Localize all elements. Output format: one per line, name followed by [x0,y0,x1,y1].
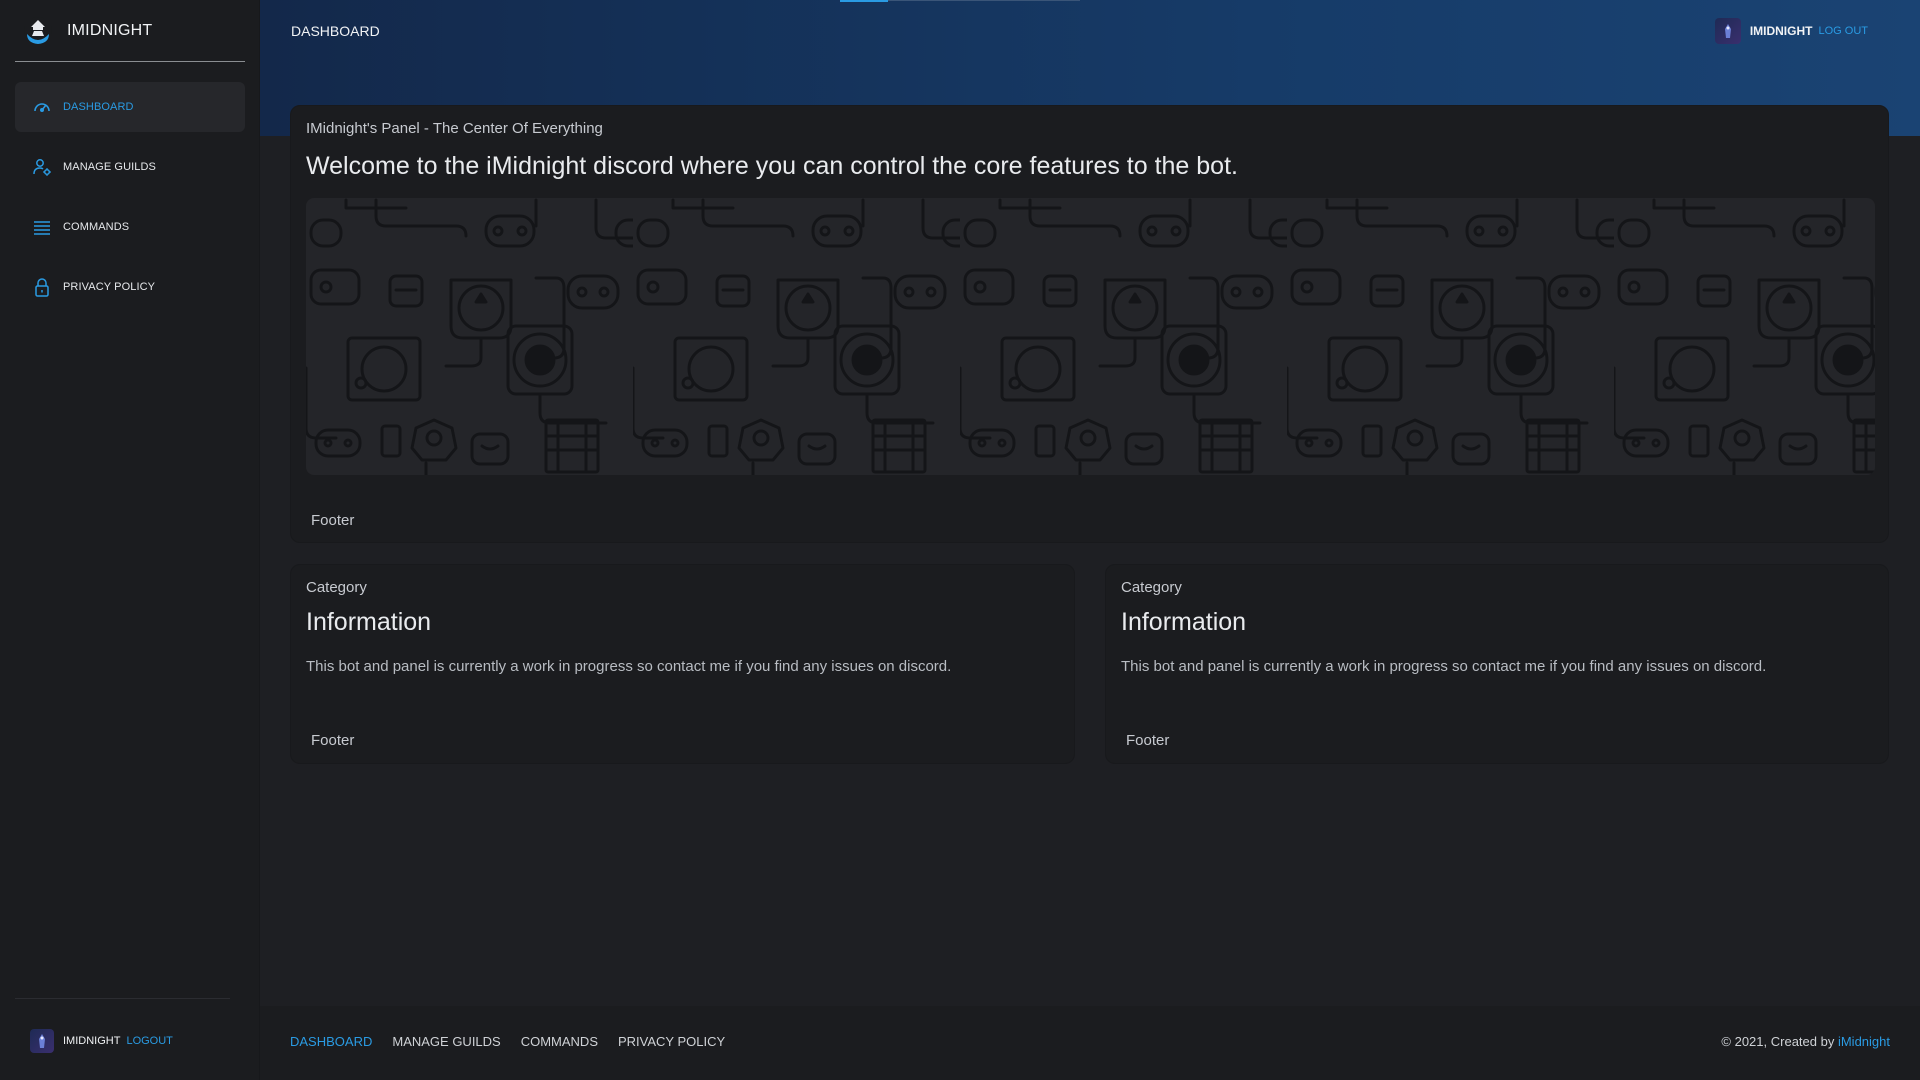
sidebar-item-privacy-policy[interactable]: PRIVACY POLICY [15,262,245,312]
sidebar-item-label: MANAGE GUILDS [63,161,156,173]
footer-link-dashboard[interactable]: DASHBOARD [290,1034,372,1049]
copyright: © 2021, Created by iMidnight [1721,1034,1890,1049]
speedometer-icon [32,97,52,117]
info-card: Category Information This bot and panel … [290,564,1075,764]
page-title: DASHBOARD [291,23,380,39]
progress-accent [840,0,888,2]
sidebar-user: IMIDNIGHT LOGOUT [30,1029,173,1053]
card-text: This bot and panel is currently a work i… [306,658,952,675]
lock-icon [32,277,52,297]
card-text: This bot and panel is currently a work i… [1121,658,1767,675]
footer-link-commands[interactable]: COMMANDS [521,1034,598,1049]
author-link[interactable]: iMidnight [1838,1034,1890,1049]
header-logout-link[interactable]: LOG OUT [1818,25,1868,37]
sidebar-logout-link[interactable]: LOGOUT [126,1035,172,1047]
game-pattern-banner [306,198,1875,475]
footer-nav: DASHBOARD MANAGE GUILDS COMMANDS PRIVACY… [290,1034,745,1049]
sidebar-nav: DASHBOARD MANAGE GUILDS COMMANDS PRIVACY… [15,82,245,322]
card-title: Welcome to the iMidnight discord where y… [306,152,1238,180]
brand[interactable]: IMIDNIGHT [15,0,245,62]
brand-name: IMIDNIGHT [67,21,153,39]
card-footer: Footer [311,512,355,529]
card-category: Category [1121,579,1182,596]
sidebar-item-label: PRIVACY POLICY [63,281,156,293]
copyright-text: © 2021, Created by [1721,1034,1835,1049]
list-icon [32,217,52,237]
card-footer: Footer [311,732,355,749]
sidebar-item-dashboard[interactable]: DASHBOARD [15,82,245,132]
welcome-card: IMidnight's Panel - The Center Of Everyt… [290,105,1889,543]
card-title: Information [306,608,432,636]
sidebar: IMIDNIGHT DASHBOARD MANAGE GUILDS COMMAN… [0,0,260,1080]
user-gear-icon [32,157,52,177]
sidebar-item-label: COMMANDS [63,221,130,233]
avatar[interactable] [30,1029,54,1053]
info-card: Category Information This bot and panel … [1105,564,1889,764]
card-category: IMidnight's Panel - The Center Of Everyt… [306,120,603,137]
card-footer: Footer [1126,732,1170,749]
footer-link-privacy-policy[interactable]: PRIVACY POLICY [618,1034,725,1049]
card-category: Category [306,579,367,596]
avatar[interactable] [1714,18,1741,44]
page-footer: DASHBOARD MANAGE GUILDS COMMANDS PRIVACY… [260,1006,1920,1080]
sidebar-username: IMIDNIGHT [63,1035,121,1047]
sidebar-divider [15,998,230,999]
brand-logo-icon [23,16,53,46]
header-user: IMIDNIGHT LOG OUT [1714,18,1868,44]
card-title: Information [1121,608,1247,636]
sidebar-item-label: DASHBOARD [63,101,134,113]
sidebar-item-manage-guilds[interactable]: MANAGE GUILDS [15,142,245,192]
footer-link-manage-guilds[interactable]: MANAGE GUILDS [392,1034,500,1049]
game-pattern-image [306,198,1875,475]
sidebar-item-commands[interactable]: COMMANDS [15,202,245,252]
header-username: IMIDNIGHT [1749,24,1813,38]
